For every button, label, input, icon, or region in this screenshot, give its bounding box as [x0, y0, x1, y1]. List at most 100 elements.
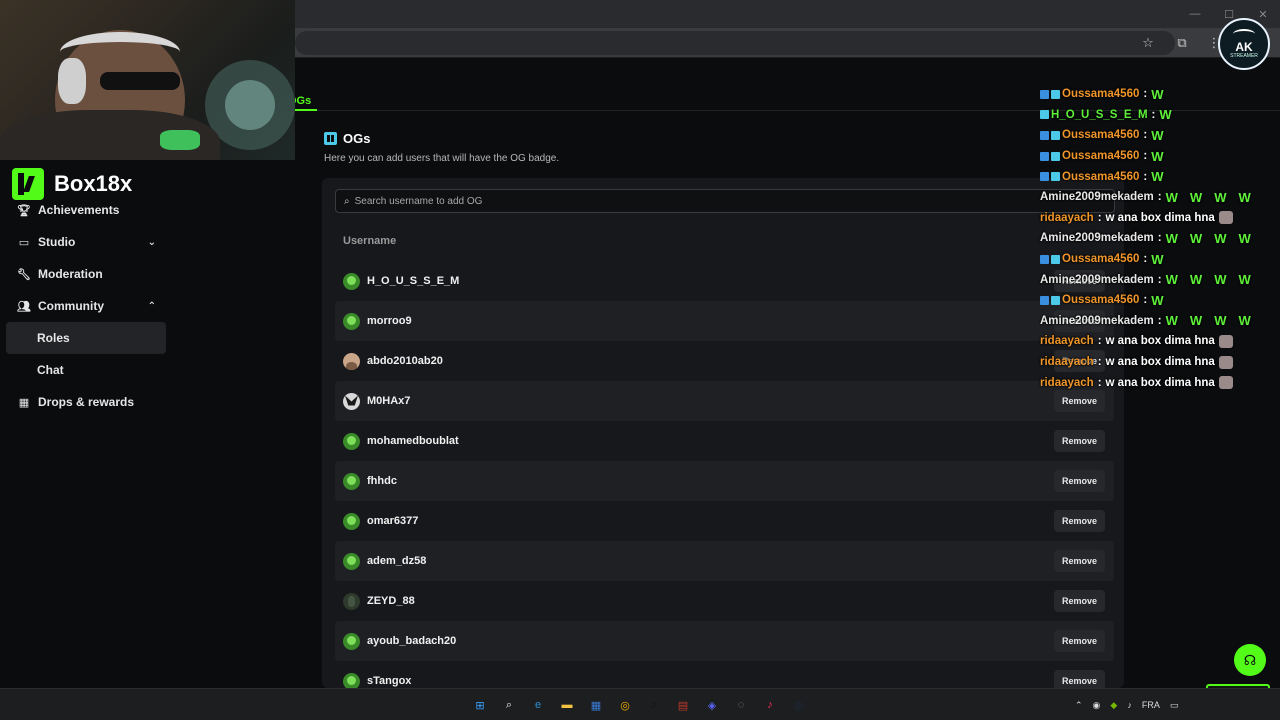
username[interactable]: M0HAx7 [367, 395, 410, 407]
chat-message: Oussama4560: W [1040, 125, 1280, 146]
username[interactable]: abdo2010ab20 [367, 355, 443, 367]
chat-username[interactable]: H_O_U_S_S_E_M [1051, 109, 1148, 121]
chat-username[interactable]: Amine2009mekadem [1040, 274, 1154, 286]
sidebar: Box18x 🏆︎ Achievements ▭ Studio ⌄ 🔧︎ Mod… [0, 160, 175, 688]
minimize-button[interactable]: — [1178, 0, 1212, 28]
chat-separator: : [1143, 170, 1148, 183]
star-icon[interactable]: ☆ [1139, 34, 1157, 52]
app-icon[interactable]: ◌ [729, 693, 753, 717]
chat-text: W [1165, 230, 1178, 246]
search-input[interactable] [354, 195, 955, 207]
monitor-icon[interactable]: ▭ [1170, 700, 1179, 711]
remove-button[interactable]: Remove [1053, 510, 1105, 532]
username[interactable]: morroo9 [367, 315, 412, 327]
chat-username[interactable]: ridaayach [1040, 212, 1094, 224]
chat-username[interactable]: Oussama4560 [1062, 129, 1139, 141]
taskbar: ⊞ ⌕ e ▬ ▦ ◎ ♪ ▤ ◈ ◌ ♪ ◍ ⌃ ◉ ◆ ♪ FRA ▭ [0, 688, 1280, 720]
chat-username[interactable]: Amine2009mekadem [1040, 315, 1154, 327]
username[interactable]: fhhdc [367, 475, 397, 487]
chat-message: ridaayach: w ana box dima hna [1040, 208, 1280, 229]
sidebar-item-chat[interactable]: Chat [6, 354, 166, 386]
chat-username[interactable]: Oussama4560 [1062, 294, 1139, 306]
avatar [343, 552, 360, 570]
sidebar-item-moderation[interactable]: 🔧︎ Moderation [6, 258, 166, 290]
webcam-overlay [0, 0, 295, 160]
chat-message: Oussama4560: W [1040, 146, 1280, 167]
store-icon[interactable]: ▦ [584, 693, 608, 717]
discord-icon[interactable]: ◈ [700, 693, 724, 717]
chevron-up-icon[interactable]: ⌃ [1075, 700, 1083, 711]
system-tray: ⌃ ◉ ◆ ♪ FRA ▭ [1075, 693, 1178, 717]
remove-button[interactable]: Remove [1053, 470, 1105, 492]
chat-text: W [1151, 127, 1164, 143]
chat-username[interactable]: ridaayach [1040, 356, 1094, 368]
search-icon[interactable]: ⌕ [497, 693, 521, 717]
sidebar-item-community[interactable]: 👥︎ Community ⌃ [6, 290, 166, 322]
emote-icon [1218, 334, 1233, 348]
username[interactable]: ZEYD_88 [367, 595, 415, 607]
chat-separator: : [1143, 253, 1148, 266]
chat-message: Oussama4560: W [1040, 249, 1280, 270]
extensions-icon[interactable]: ⧉ [1173, 34, 1191, 52]
chat-username[interactable]: ridaayach [1040, 377, 1094, 389]
chat-username[interactable]: Amine2009mekadem [1040, 232, 1154, 244]
chat-username[interactable]: Oussama4560 [1062, 253, 1139, 265]
sidebar-item-drops-rewards[interactable]: ▦ Drops & rewards [6, 386, 166, 418]
chat-username[interactable]: Oussama4560 [1062, 150, 1139, 162]
remove-button[interactable]: Remove [1053, 390, 1105, 412]
remove-button[interactable]: Remove [1053, 550, 1105, 572]
chat-message: Oussama4560: W [1040, 166, 1280, 187]
file-explorer-icon[interactable]: ▬ [555, 693, 579, 717]
address-bar[interactable] [295, 31, 1175, 55]
discord-tray-icon[interactable]: ◉ [1093, 700, 1101, 711]
gift-icon: ▦ [18, 396, 30, 409]
subscriber-badge-icon [1040, 151, 1049, 161]
support-button[interactable]: ☊ [1234, 644, 1266, 676]
taskbar-apps: ⊞ ⌕ e ▬ ▦ ◎ ♪ ▤ ◈ ◌ ♪ ◍ [468, 693, 811, 717]
language-indicator[interactable]: FRA [1142, 700, 1160, 710]
chat-username[interactable]: Amine2009mekadem [1040, 191, 1154, 203]
chrome-icon[interactable]: ◎ [613, 693, 637, 717]
chat-text: w ana box dima hna [1105, 356, 1215, 369]
microphone-icon[interactable]: ♪ [1127, 700, 1132, 710]
table-row: mohamedboublat Remove [335, 421, 1114, 461]
og-badge-icon [1051, 130, 1060, 140]
chat-username[interactable]: Oussama4560 [1062, 88, 1139, 100]
username[interactable]: ayoub_badach20 [367, 635, 456, 647]
subscriber-badge-icon [1040, 295, 1049, 305]
sidebar-item-achievements[interactable]: 🏆︎ Achievements [6, 194, 166, 226]
steam-icon[interactable]: ◍ [787, 693, 811, 717]
chat-username[interactable]: ridaayach [1040, 335, 1094, 347]
chat-text: W [1238, 313, 1251, 329]
og-user-list: H_O_U_S_S_E_M Remove morroo9 Remove abdo2010… [335, 261, 1114, 701]
tiktok-live-icon[interactable]: ♪ [758, 693, 782, 717]
chat-message: H_O_U_S_S_E_M: W [1040, 105, 1280, 126]
chat-text: W [1151, 86, 1164, 102]
og-badge-icon [1040, 110, 1049, 120]
remove-button[interactable]: Remove [1053, 630, 1105, 652]
og-badge-icon [1051, 172, 1060, 182]
username[interactable]: omar6377 [367, 515, 418, 527]
username[interactable]: sTangox [367, 675, 411, 687]
subscriber-badge-icon [1040, 172, 1049, 182]
chat-separator: : [1097, 211, 1102, 224]
username[interactable]: mohamedboublat [367, 435, 459, 447]
chat-username[interactable]: Oussama4560 [1062, 171, 1139, 183]
tiktok-icon[interactable]: ♪ [642, 693, 666, 717]
nvidia-icon[interactable]: ◆ [1110, 700, 1117, 711]
search-box[interactable]: ⌕ [335, 189, 1115, 213]
chat-text: w ana box dima hna [1105, 376, 1215, 389]
remove-button[interactable]: Remove [1053, 430, 1105, 452]
chat-text: W [1189, 313, 1203, 329]
section-description: Here you can add users that will have th… [324, 153, 560, 164]
remove-button[interactable]: Remove [1053, 590, 1105, 612]
sidebar-item-label: Drops & rewards [38, 395, 135, 409]
sidebar-item-studio[interactable]: ▭ Studio ⌄ [6, 226, 166, 258]
sidebar-item-roles[interactable]: Roles [6, 322, 166, 354]
username[interactable]: adem_dz58 [367, 555, 426, 567]
username[interactable]: H_O_U_S_S_E_M [367, 275, 459, 287]
avatar [343, 472, 360, 490]
windows-start-icon[interactable]: ⊞ [468, 693, 492, 717]
news-app-icon[interactable]: ▤ [671, 693, 695, 717]
edge-icon[interactable]: e [526, 693, 550, 717]
